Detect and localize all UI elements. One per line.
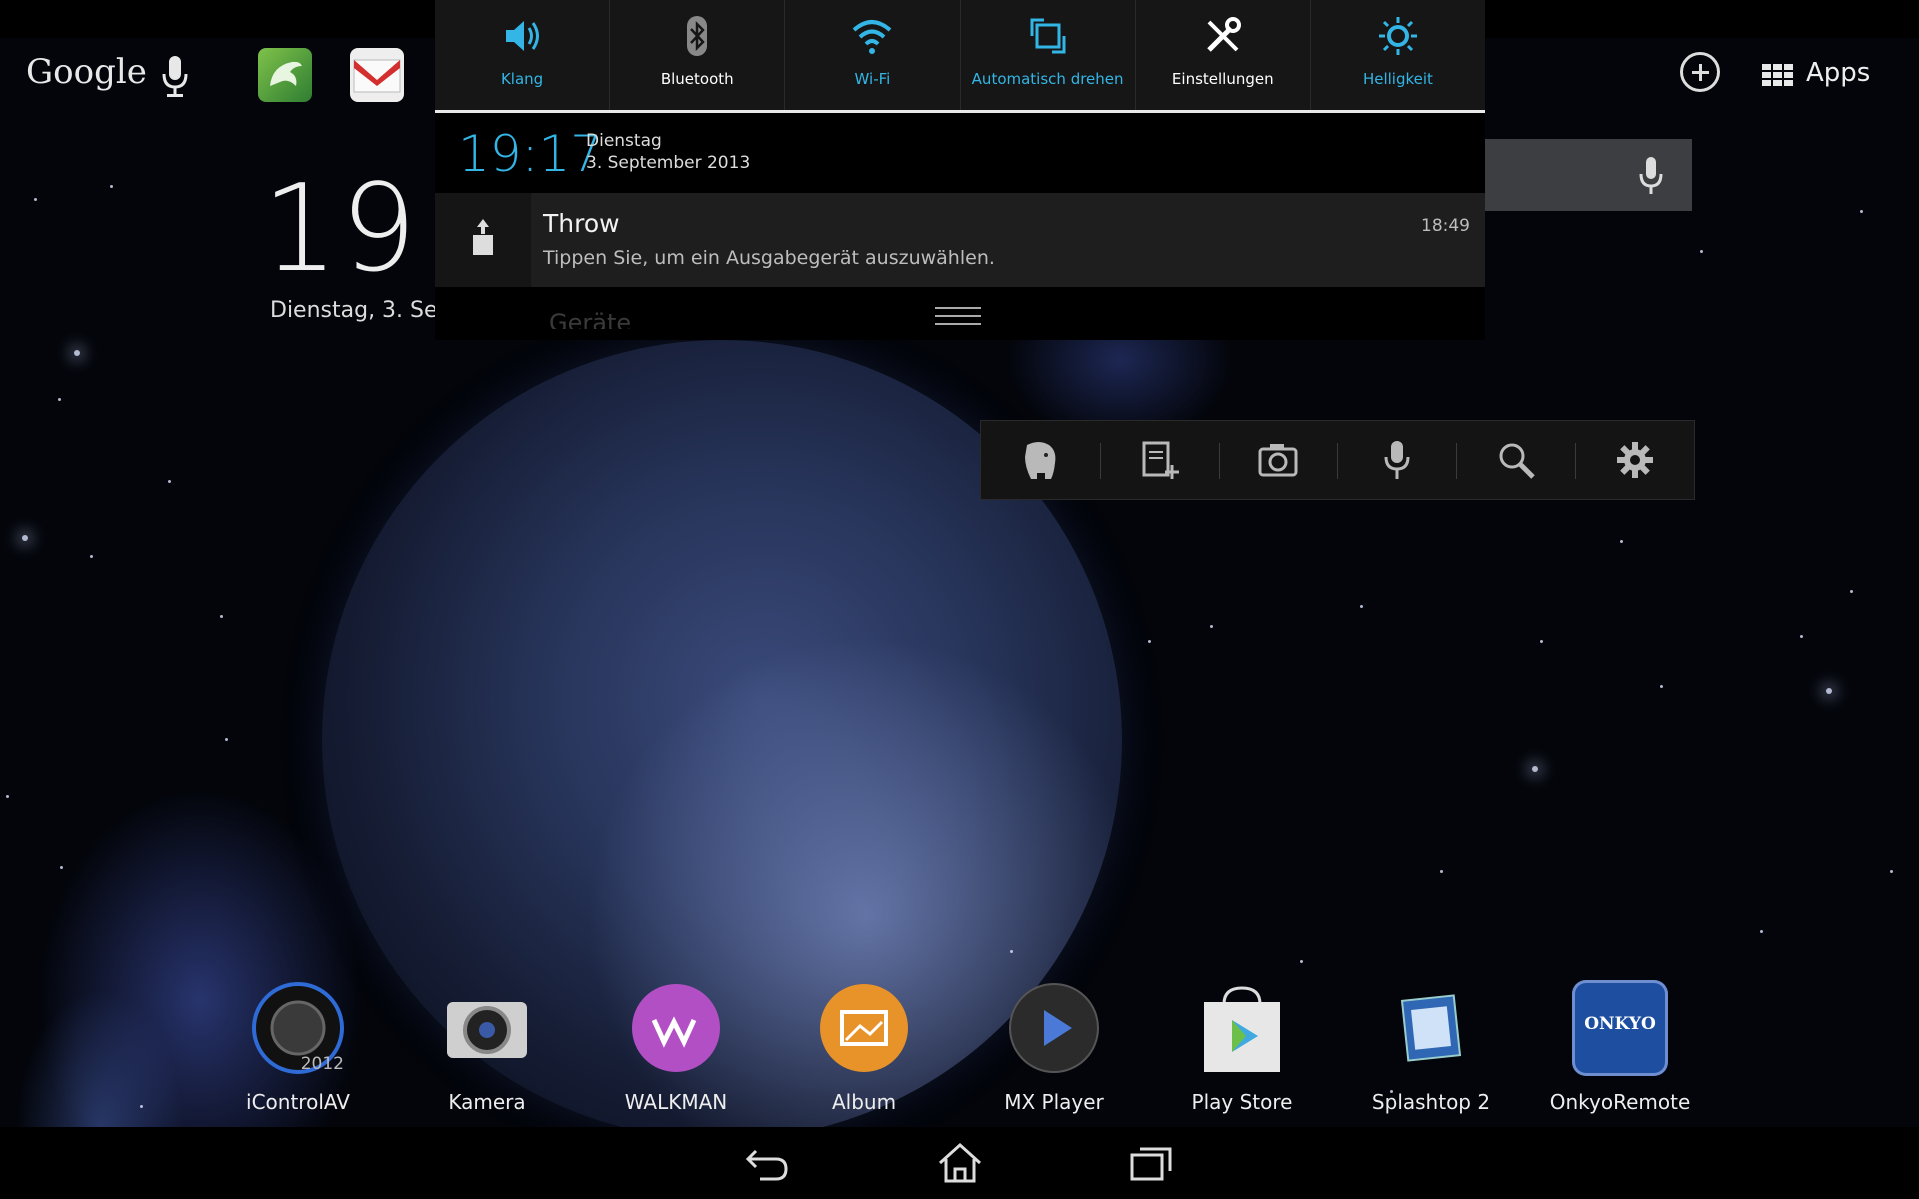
app-mx-player[interactable]: MX Player bbox=[974, 980, 1134, 1114]
panel-date: 3. September 2013 bbox=[586, 153, 751, 173]
dolphin-browser-icon[interactable] bbox=[258, 48, 312, 102]
icontrolav-badge: 2012 bbox=[300, 1054, 344, 1074]
apps-button-label[interactable]: Apps bbox=[1806, 58, 1870, 88]
panel-day: Dienstag bbox=[586, 131, 662, 151]
qs-label: Helligkeit bbox=[1362, 70, 1433, 88]
qs-label: Bluetooth bbox=[660, 70, 734, 88]
tools-icon bbox=[1206, 17, 1241, 52]
app-kamera[interactable]: Kamera bbox=[407, 980, 567, 1114]
google-search-label[interactable]: Google bbox=[26, 52, 147, 92]
wifi-icon bbox=[853, 20, 892, 54]
dock-label: Play Store bbox=[1191, 1090, 1293, 1114]
recent-apps-icon[interactable] bbox=[1126, 1141, 1178, 1185]
voice-search-icon[interactable] bbox=[1638, 156, 1664, 196]
camera-app-icon bbox=[439, 980, 535, 1076]
panel-drag-handle[interactable] bbox=[935, 307, 981, 329]
quick-settings-row: Klang Bluetooth Wi-Fi Automatisch drehen… bbox=[435, 0, 1485, 110]
onkyo-badge: ONKYO bbox=[1584, 1014, 1656, 1034]
panel-time: 19:17 bbox=[458, 125, 603, 183]
qs-brightness[interactable]: Helligkeit bbox=[1311, 0, 1485, 110]
gear-icon[interactable] bbox=[1575, 421, 1694, 499]
clock-widget-time: 19:1 bbox=[262, 160, 432, 299]
bluetooth-icon bbox=[687, 16, 708, 56]
splashtop-icon bbox=[1383, 980, 1479, 1076]
onkyo-icon: ONKYO bbox=[1572, 980, 1668, 1076]
navigation-bar bbox=[0, 1127, 1919, 1199]
dock-label: OnkyoRemote bbox=[1549, 1090, 1691, 1114]
new-note-icon[interactable] bbox=[1099, 421, 1219, 499]
notification-time: 18:49 bbox=[1421, 216, 1470, 236]
throw-notification-icon bbox=[435, 193, 531, 287]
qs-sound[interactable]: Klang bbox=[435, 0, 611, 110]
play-store-icon bbox=[1194, 980, 1290, 1076]
apps-grid-icon[interactable] bbox=[1762, 64, 1794, 86]
notification-title: Throw bbox=[543, 209, 620, 238]
dock-label: Album bbox=[831, 1090, 897, 1114]
qs-label: Wi-Fi bbox=[854, 70, 891, 88]
search-icon[interactable] bbox=[1456, 421, 1575, 499]
dock-label: Kamera bbox=[448, 1090, 526, 1114]
home-icon[interactable] bbox=[934, 1141, 986, 1185]
gmail-icon[interactable] bbox=[350, 48, 404, 102]
qs-label: Klang bbox=[500, 70, 544, 88]
dock-label: iControlAV bbox=[246, 1090, 350, 1114]
qs-label: Einstellungen bbox=[1171, 70, 1274, 88]
app-play-store[interactable]: Play Store bbox=[1162, 980, 1322, 1114]
clock-widget-date: Dienstag, 3. Sep bbox=[270, 298, 435, 323]
dock-label: WALKMAN bbox=[624, 1090, 728, 1114]
qs-wifi[interactable]: Wi-Fi bbox=[785, 0, 961, 110]
app-splashtop[interactable]: Splashtop 2 bbox=[1351, 980, 1511, 1114]
mx-player-icon bbox=[1006, 980, 1102, 1076]
back-icon[interactable] bbox=[742, 1141, 794, 1185]
evernote-elephant-icon[interactable] bbox=[981, 421, 1100, 499]
walkman-icon bbox=[628, 980, 724, 1076]
evernote-widget bbox=[980, 420, 1695, 500]
album-icon bbox=[816, 980, 912, 1076]
microphone-icon[interactable] bbox=[1337, 421, 1456, 499]
rotate-icon bbox=[1030, 18, 1066, 54]
app-album[interactable]: Album bbox=[784, 980, 944, 1114]
volume-icon bbox=[506, 21, 540, 51]
panel-footer: Geräte bbox=[435, 287, 1485, 340]
add-widget-button[interactable] bbox=[1680, 52, 1720, 92]
qs-settings[interactable]: Einstellungen bbox=[1136, 0, 1311, 110]
dock-label: MX Player bbox=[1004, 1090, 1104, 1114]
qs-auto-rotate[interactable]: Automatisch drehen bbox=[961, 0, 1136, 110]
camera-icon[interactable] bbox=[1218, 421, 1338, 499]
notification-text: Tippen Sie, um ein Ausgabegerät auszuwäh… bbox=[543, 247, 995, 269]
icontrolav-icon: 2012 bbox=[250, 980, 346, 1076]
app-onkyo-remote[interactable]: ONKYO OnkyoRemote bbox=[1540, 980, 1700, 1114]
app-walkman[interactable]: WALKMAN bbox=[596, 980, 756, 1114]
qs-bluetooth[interactable]: Bluetooth bbox=[610, 0, 786, 110]
app-icontrolav[interactable]: 2012 iControlAV bbox=[218, 980, 378, 1114]
qs-label: Automatisch drehen bbox=[971, 70, 1124, 88]
notification-throw[interactable]: Throw Tippen Sie, um ein Ausgabegerät au… bbox=[435, 193, 1485, 287]
panel-time-header: 19:17 Dienstag 3. September 2013 bbox=[435, 113, 1485, 193]
dock-label: Splashtop 2 bbox=[1371, 1090, 1491, 1114]
partial-devices-text: Geräte bbox=[549, 309, 632, 329]
voice-search-icon[interactable] bbox=[160, 54, 190, 98]
notification-panel: Klang Bluetooth Wi-Fi Automatisch drehen… bbox=[435, 0, 1485, 340]
brightness-icon bbox=[1378, 17, 1417, 55]
